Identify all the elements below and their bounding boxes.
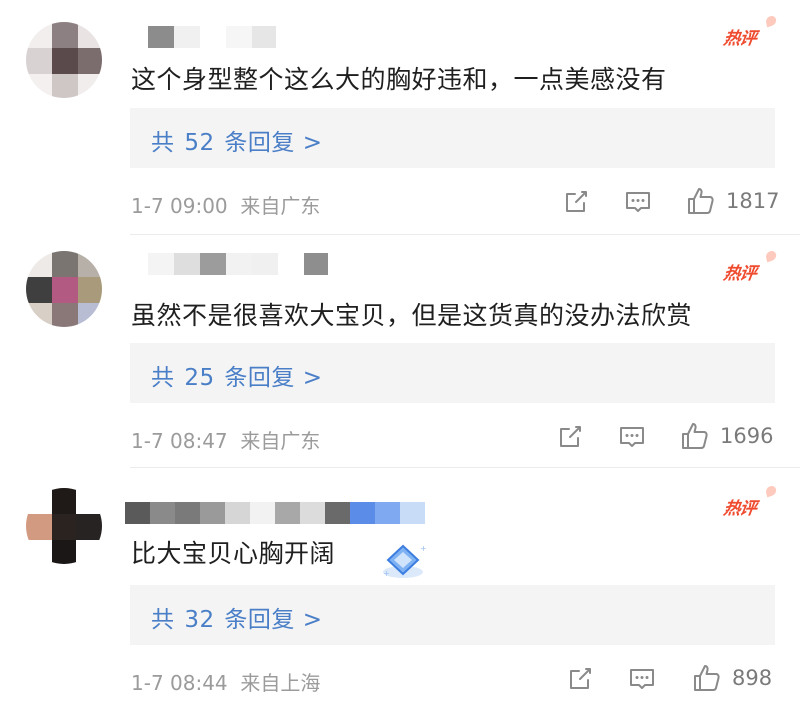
like-button[interactable]: 1817 (686, 186, 779, 216)
replies-label: 共 32 条回复 > (151, 607, 323, 633)
share-icon[interactable] (562, 188, 590, 216)
comment-item: 热评 虽然不是很喜欢大宝贝，但是这货真的没办法欣赏 共 25 条回复 > 1-7… (0, 235, 800, 467)
share-icon[interactable] (556, 423, 584, 451)
username-blurred[interactable] (125, 502, 425, 524)
thumbs-up-icon (682, 423, 708, 449)
comment-meta: 1-7 08:44 来自上海 (131, 667, 320, 696)
view-replies-button[interactable]: 共 25 条回复 > (130, 343, 775, 403)
comment-icon[interactable] (624, 188, 652, 216)
svg-text:+: + (383, 569, 390, 578)
thumbs-up-icon (688, 188, 714, 214)
comment-meta: 1-7 09:00 来自广东 (131, 190, 320, 219)
comment-meta: 1-7 08:47 来自广东 (131, 425, 320, 454)
comment-icon[interactable] (628, 665, 656, 693)
username-blurred[interactable] (148, 26, 276, 48)
comment-text: 比大宝贝心胸开阔 (131, 539, 336, 568)
diamond-sticker-icon: + + (380, 542, 427, 582)
view-replies-button[interactable]: 共 32 条回复 > (130, 585, 775, 645)
comment-item: 热评 比大宝贝心胸开阔 + + 共 32 条回复 > 1-7 08:44 来自上… (0, 468, 800, 711)
hot-comment-badge: 热评 (722, 14, 778, 49)
flame-icon (765, 14, 778, 28)
flame-icon (765, 249, 778, 263)
avatar[interactable] (26, 251, 102, 327)
flame-icon (765, 484, 778, 498)
like-button[interactable]: 898 (692, 663, 772, 693)
hot-comment-badge: 热评 (722, 249, 778, 284)
comment-text: 这个身型整个这么大的胸好违和，一点美感没有 (131, 65, 667, 94)
comment-icon[interactable] (618, 423, 646, 451)
like-count: 1817 (726, 189, 780, 213)
like-count: 1696 (720, 424, 774, 448)
svg-text:+: + (420, 544, 426, 553)
share-icon[interactable] (566, 665, 594, 693)
location: 来自广东 (240, 429, 321, 453)
like-button[interactable]: 1696 (680, 421, 773, 451)
timestamp: 1-7 08:44 (131, 671, 228, 695)
replies-label: 共 52 条回复 > (151, 130, 323, 156)
location: 来自广东 (240, 194, 321, 218)
comment-item: 热评 这个身型整个这么大的胸好违和，一点美感没有 共 52 条回复 > 1-7 … (0, 0, 800, 234)
avatar[interactable] (26, 488, 102, 564)
thumbs-up-icon (694, 665, 720, 691)
view-replies-button[interactable]: 共 52 条回复 > (130, 108, 775, 168)
timestamp: 1-7 08:47 (131, 429, 228, 453)
avatar[interactable] (26, 22, 102, 98)
location: 来自上海 (240, 671, 321, 695)
username-blurred[interactable] (148, 253, 328, 275)
like-count: 898 (732, 666, 773, 690)
hot-comment-badge: 热评 (722, 484, 778, 519)
timestamp: 1-7 09:00 (131, 194, 228, 218)
comment-text: 虽然不是很喜欢大宝贝，但是这货真的没办法欣赏 (131, 301, 693, 330)
replies-label: 共 25 条回复 > (151, 365, 323, 391)
